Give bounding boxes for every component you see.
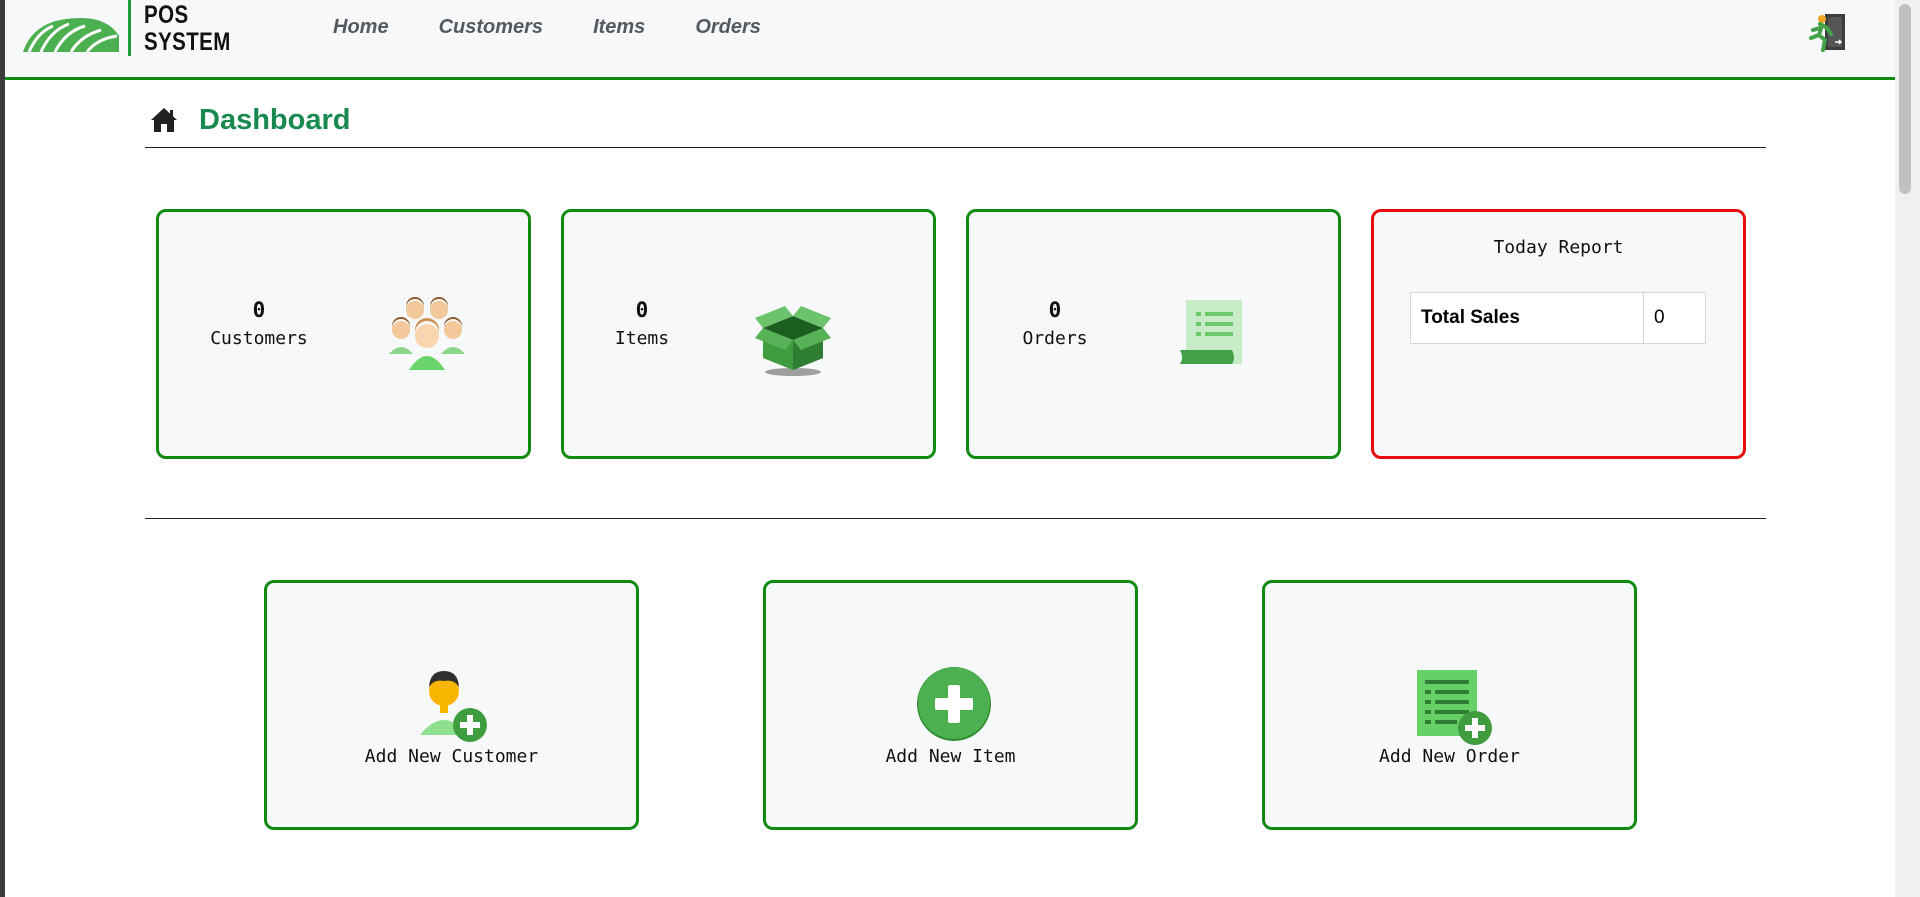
- add-order-label: Add New Order: [1379, 746, 1520, 767]
- customers-count: 0: [252, 298, 266, 322]
- nav-orders[interactable]: Orders: [695, 16, 761, 39]
- items-label: Items: [614, 328, 670, 349]
- open-box-icon: [755, 306, 831, 376]
- report-table: Total Sales 0: [1410, 292, 1706, 344]
- items-count: 0: [635, 298, 649, 322]
- orders-count: 0: [1048, 298, 1062, 322]
- vertical-scrollbar[interactable]: [1895, 0, 1920, 897]
- report-title: Today Report: [1493, 237, 1624, 258]
- people-group-icon: [389, 297, 465, 370]
- home-icon: [151, 108, 177, 132]
- nav-home[interactable]: Home: [333, 16, 389, 39]
- scrollbar-thumb[interactable]: [1899, 4, 1911, 194]
- green-field-logo-icon[interactable]: [21, 8, 121, 54]
- today-report-card: Today Report Total Sales 0: [1371, 209, 1746, 459]
- logo-divider: [128, 0, 131, 56]
- total-sales-label: Total Sales: [1411, 293, 1644, 343]
- add-item-label: Add New Item: [885, 746, 1016, 767]
- main-nav: Home Customers Items Orders: [333, 16, 811, 39]
- add-customer-card[interactable]: Add New Customer: [264, 580, 639, 830]
- total-sales-value: 0: [1654, 307, 1665, 328]
- add-user-icon: [420, 671, 487, 742]
- top-navbar: POS SYSTEM Home Customers Items Orders: [5, 0, 1895, 80]
- exit-door-icon[interactable]: [1805, 12, 1849, 54]
- brand-line-1: POS: [144, 1, 189, 29]
- brand-name[interactable]: POS SYSTEM: [144, 2, 234, 56]
- add-customer-label: Add New Customer: [364, 746, 539, 767]
- receipt-scroll-icon: [1180, 300, 1242, 364]
- brand-line-2: SYSTEM: [144, 28, 231, 56]
- add-order-card[interactable]: Add New Order: [1262, 580, 1637, 830]
- nav-customers[interactable]: Customers: [439, 16, 543, 39]
- customers-stat-card[interactable]: 0 Customers: [156, 209, 531, 459]
- customers-label: Customers: [210, 328, 308, 349]
- app-window: POS SYSTEM Home Customers Items Orders D…: [5, 0, 1895, 897]
- orders-stat-card[interactable]: 0 Orders: [966, 209, 1341, 459]
- add-item-card[interactable]: Add New Item: [763, 580, 1138, 830]
- page-title: Dashboard: [199, 104, 351, 136]
- orders-label: Orders: [1022, 328, 1088, 349]
- items-stat-card[interactable]: 0 Items: [561, 209, 936, 459]
- nav-items[interactable]: Items: [593, 16, 645, 39]
- plus-circle-icon: [917, 667, 991, 741]
- header-divider: [145, 147, 1766, 148]
- section-divider: [145, 518, 1766, 519]
- add-document-icon: [1417, 670, 1492, 745]
